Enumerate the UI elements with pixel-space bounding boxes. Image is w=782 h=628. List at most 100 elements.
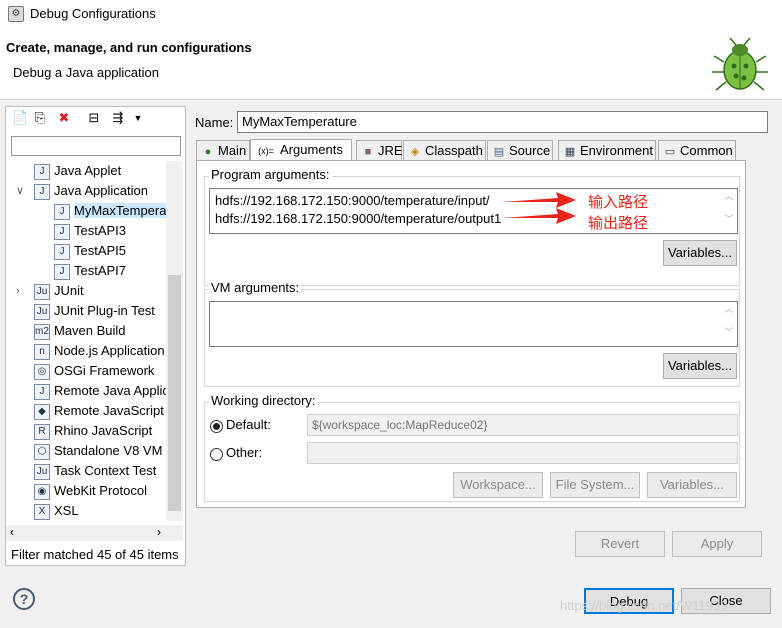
tree-item-label: Task Context Test xyxy=(54,463,157,478)
debug-bug-icon xyxy=(712,37,768,91)
default-radio-label: Default: xyxy=(226,417,271,432)
help-icon[interactable]: ? xyxy=(13,588,35,610)
tree-item-icon: J xyxy=(34,163,50,180)
tree-item[interactable]: J Java Applet xyxy=(34,161,121,181)
tree-item-icon: J xyxy=(54,263,70,280)
tree-item-icon: J xyxy=(54,243,70,260)
tab-label: Environment xyxy=(580,143,653,158)
tree-item[interactable]: ◎ OSGi Framework xyxy=(34,361,154,381)
tree-scroll-thumb[interactable] xyxy=(168,275,181,511)
collapse-all-icon[interactable]: ⊟ xyxy=(86,110,102,126)
other-radio[interactable] xyxy=(210,448,223,461)
tree-item-icon: ⬡ xyxy=(34,443,50,460)
filter-status: Filter matched 45 of 45 items xyxy=(11,547,179,562)
tree-item[interactable]: J TestAPI7 xyxy=(54,261,126,281)
name-input[interactable]: MyMaxTemperature xyxy=(237,111,768,133)
watermark-text: https://blog.csdn.net/W11939 xyxy=(560,598,728,613)
tree-item-icon: Ju xyxy=(34,463,50,480)
duplicate-config-icon[interactable]: ⎘ xyxy=(32,110,48,126)
delete-config-icon[interactable]: ✖ xyxy=(56,110,72,126)
tree-item-icon: J xyxy=(34,383,50,400)
filter-input[interactable] xyxy=(11,136,181,156)
tab-source[interactable]: ▤ Source xyxy=(487,140,553,160)
tab-common[interactable]: ▭ Common xyxy=(658,140,736,160)
tree-item[interactable]: Ju Task Context Test xyxy=(34,461,156,481)
tree-item-label: Remote JavaScript xyxy=(54,403,164,418)
program-arguments-label: Program arguments: xyxy=(209,167,332,182)
tab-jre[interactable]: ■ JRE xyxy=(356,140,403,160)
window-title: Debug Configurations xyxy=(30,6,156,21)
tree-item-label: Remote Java Application xyxy=(54,383,166,398)
tree-item-label: Standalone V8 VM xyxy=(54,443,163,458)
tree-item[interactable]: J TestAPI5 xyxy=(54,241,126,261)
tree-item-icon: X xyxy=(34,503,50,520)
chevron-down-icon[interactable]: ∨ xyxy=(16,181,24,201)
tab-label: JRE xyxy=(378,143,403,158)
tree-item-label: JUnit xyxy=(54,283,84,298)
tab-environment[interactable]: ▦ Environment xyxy=(558,140,656,160)
tab-main[interactable]: ● Main xyxy=(196,140,250,160)
tab-classpath[interactable]: ◈ Classpath xyxy=(403,140,486,160)
tree-item-icon: n xyxy=(34,343,50,360)
textarea-scrollbar[interactable]: ︿ ﹀ xyxy=(721,189,737,233)
tree-item-icon: J xyxy=(54,203,70,220)
output-path-annotation: 输出路径 xyxy=(588,215,649,232)
new-config-icon[interactable]: 📄 xyxy=(12,110,28,126)
view-menu-chevron-icon[interactable]: ▼ xyxy=(130,110,146,126)
apply-button[interactable]: Apply xyxy=(672,531,762,557)
tree-item-label: Rhino JavaScript xyxy=(54,423,153,438)
default-directory-field[interactable]: ${workspace_loc:MapReduce02} xyxy=(307,414,738,436)
tree-item[interactable]: J Remote Java Application xyxy=(34,381,166,401)
filter-config-icon[interactable]: ⇶ xyxy=(110,110,126,126)
tree-item-icon: ◉ xyxy=(34,483,50,500)
tree-item[interactable]: n Node.js Application xyxy=(34,341,165,361)
tree-item-label: OSGi Framework xyxy=(54,363,155,378)
tab-arguments[interactable]: (x)= Arguments xyxy=(250,139,352,161)
name-label: Name: xyxy=(195,115,234,130)
tree-item-icon: m2 xyxy=(34,323,50,340)
other-radio-label: Other: xyxy=(226,445,263,460)
tree-item-label: TestAPI5 xyxy=(74,243,127,258)
tree-item-icon: Ju xyxy=(34,303,50,320)
other-directory-field[interactable] xyxy=(307,442,738,464)
working-directory-label: Working directory: xyxy=(209,393,318,408)
tree-item-label: TestAPI3 xyxy=(74,223,127,238)
program-argument-line: hdfs://192.168.172.150:9000/temperature/… xyxy=(215,211,502,226)
tree-horizontal-scrollbar[interactable]: ‹ › xyxy=(6,525,183,541)
tree-item-label: WebKit Protocol xyxy=(54,483,147,498)
tree-item-icon: J xyxy=(54,223,70,240)
tree-item[interactable]: ◉ WebKit Protocol xyxy=(34,481,147,501)
vm-variables-button[interactable]: Variables... xyxy=(663,353,737,379)
default-radio[interactable] xyxy=(210,420,223,433)
tree-item[interactable]: ∨ J Java Application xyxy=(16,181,148,201)
tree-item[interactable]: m2 Maven Build xyxy=(34,321,126,341)
variables-button[interactable]: Variables... xyxy=(647,472,737,498)
tree-item[interactable]: › Ju JUnit xyxy=(16,281,84,301)
file-system-button[interactable]: File System... xyxy=(550,472,640,498)
tree-item[interactable]: Ju JUnit Plug-in Test xyxy=(34,301,155,321)
program-arguments-textarea[interactable]: hdfs://192.168.172.150:9000/temperature/… xyxy=(209,188,738,234)
header-title: Create, manage, and run configurations xyxy=(6,40,252,55)
configuration-tree: J Java Applet ∨ J Java Application J MyMaxTemp… xyxy=(6,161,166,521)
tree-item[interactable]: J TestAPI3 xyxy=(54,221,126,241)
tree-item-icon: Ju xyxy=(34,283,50,300)
program-variables-button[interactable]: Variables... xyxy=(663,240,737,266)
tree-item-label: MyMaxTemperature xyxy=(74,203,166,218)
tree-item[interactable]: R Rhino JavaScript xyxy=(34,421,152,441)
tree-item-icon: ◎ xyxy=(34,363,50,380)
app-icon: ⚙ xyxy=(8,6,24,22)
tree-item[interactable]: ◆ Remote JavaScript xyxy=(34,401,164,421)
tree-item[interactable]: J MyMaxTemperature xyxy=(54,201,166,221)
tree-item[interactable]: ⬡ Standalone V8 VM xyxy=(34,441,162,461)
tree-item[interactable]: X XSL xyxy=(34,501,79,521)
header-subtitle: Debug a Java application xyxy=(13,65,159,80)
tab-label: Common xyxy=(680,143,733,158)
textarea-scrollbar[interactable]: ︿ ﹀ xyxy=(721,302,737,346)
vm-arguments-textarea[interactable]: ︿ ﹀ xyxy=(209,301,738,347)
workspace-button[interactable]: Workspace... xyxy=(453,472,543,498)
arguments-tab-panel: Program arguments: hdfs://192.168.172.15… xyxy=(196,160,746,508)
chevron-right-icon[interactable]: › xyxy=(16,281,20,301)
input-path-annotation: 输入路径 xyxy=(588,194,649,211)
revert-button[interactable]: Revert xyxy=(575,531,665,557)
vm-arguments-label: VM arguments: xyxy=(209,280,302,295)
